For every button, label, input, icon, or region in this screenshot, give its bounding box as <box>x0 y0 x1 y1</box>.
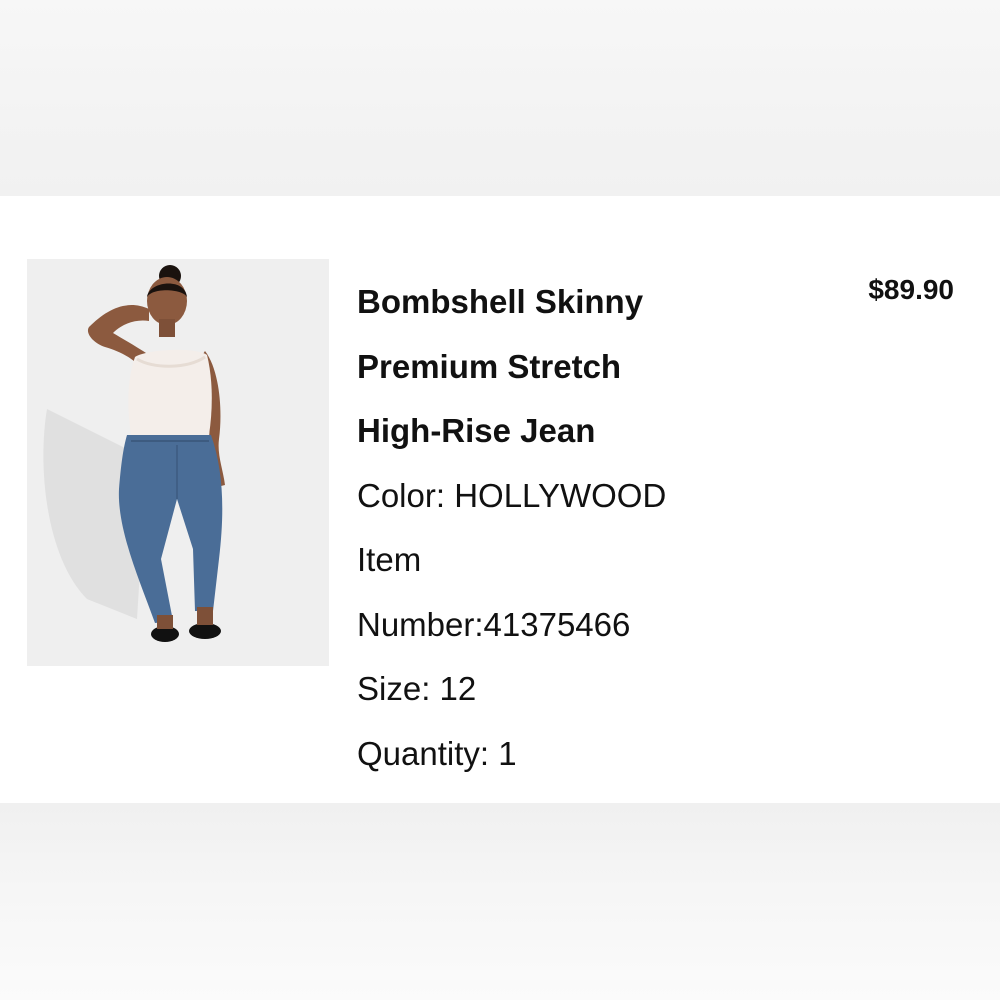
product-image[interactable] <box>27 259 329 666</box>
screenshot-frame: Bombshell Skinny Premium Stretch High-Ri… <box>0 0 1000 1000</box>
product-title-line-2[interactable]: Premium Stretch <box>357 342 817 407</box>
product-details: Bombshell Skinny Premium Stretch High-Ri… <box>357 277 817 803</box>
product-title-line-1[interactable]: Bombshell Skinny <box>357 277 817 342</box>
product-quantity: Quantity: 1 <box>357 734 517 772</box>
product-photo-icon <box>27 259 329 666</box>
return-reason-partial: Return Reason: T <box>357 793 817 803</box>
blurred-bottom-background <box>0 803 1000 1000</box>
item-number-label: Item <box>357 541 422 578</box>
order-item-card: Bombshell Skinny Premium Stretch High-Ri… <box>0 196 1000 803</box>
item-number-value: Number:41375466 <box>357 605 631 643</box>
product-color: Color: HOLLYWOOD <box>357 476 667 514</box>
blurred-top-background <box>0 0 1000 196</box>
product-title-line-3[interactable]: High-Rise Jean <box>357 406 817 471</box>
product-price: $89.90 <box>868 274 954 305</box>
product-size: Size: 12 <box>357 670 477 707</box>
